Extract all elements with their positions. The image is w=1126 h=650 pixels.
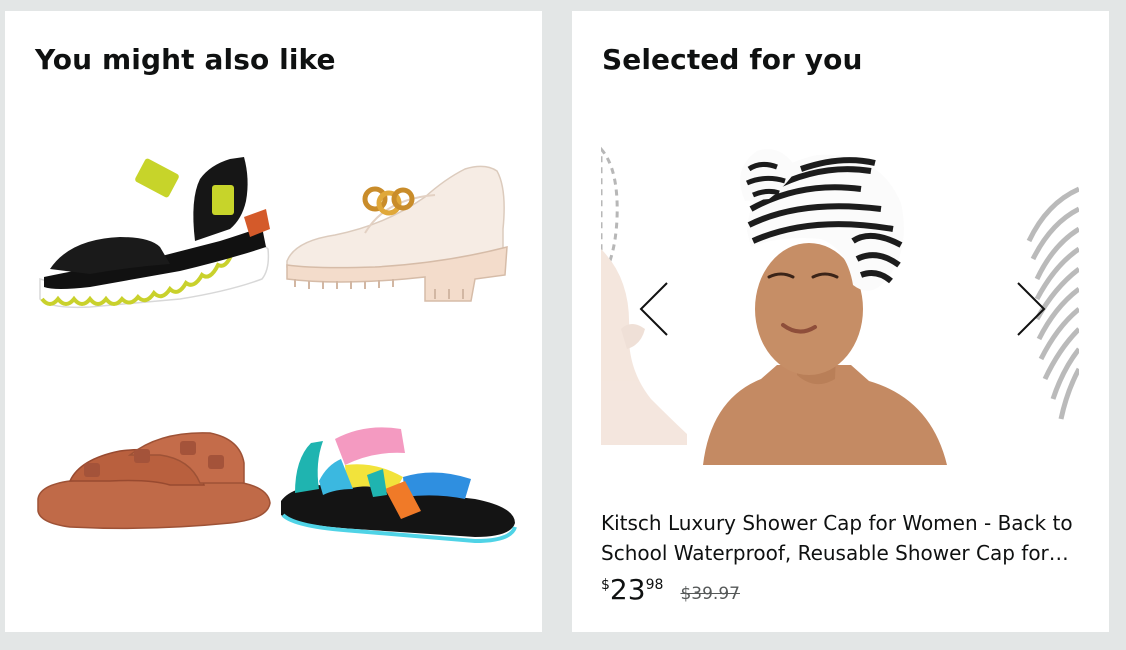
card-title: You might also like (35, 43, 336, 76)
selected-for-you-card: Selected for you Kitsch Luxury Shower Ca… (572, 11, 1109, 632)
rainbow-sport-sandal-image (281, 427, 517, 544)
price-fraction: 98 (645, 577, 664, 593)
price-currency-symbol: $ (601, 577, 610, 593)
double-buckle-slide-image (37, 432, 271, 530)
list-price: $39.97 (680, 584, 740, 604)
carousel-next-button[interactable] (1006, 279, 1052, 339)
chevron-right-icon (1017, 282, 1046, 336)
product-thumbnail-rainbow-sport-sandal[interactable] (275, 419, 520, 559)
chunky-loafer-image (286, 165, 508, 302)
product-carousel (601, 129, 1079, 474)
product-title-link[interactable]: Kitsch Luxury Shower Cap for Women - Bac… (601, 508, 1091, 568)
you-might-also-like-card: You might also like (5, 11, 542, 632)
product-thumbnail-chunky-loafer[interactable] (275, 129, 520, 319)
chevron-left-icon (639, 282, 668, 336)
product-title-line: Kitsch Luxury Shower Cap for Women - Bac… (601, 511, 1073, 535)
featured-product-image (703, 149, 947, 465)
product-title-line: School Waterproof, Reusable Shower Cap f… (601, 541, 1069, 565)
platform-sandal-image (39, 157, 270, 309)
price-whole: 23 (609, 573, 646, 606)
carousel-previous-button[interactable] (633, 279, 679, 339)
product-thumbnail-platform-sandal[interactable] (30, 129, 275, 319)
card-title: Selected for you (602, 43, 863, 76)
product-thumbnail-double-buckle-slide[interactable] (30, 419, 275, 549)
product-price: $2398 $39.97 (601, 573, 740, 606)
